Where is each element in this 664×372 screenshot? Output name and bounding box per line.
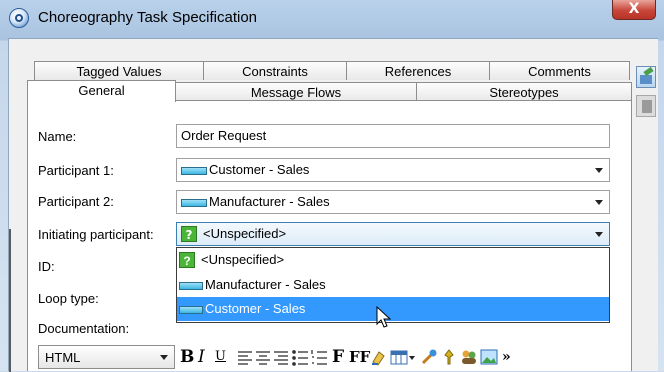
- tab-message-flows[interactable]: Message Flows: [175, 82, 417, 101]
- document-icon[interactable]: [636, 95, 656, 117]
- participant2-value: Manufacturer - Sales: [209, 194, 330, 209]
- initiating-value: <Unspecified>: [203, 226, 287, 241]
- close-button[interactable]: X: [612, 0, 656, 20]
- underline-button[interactable]: U: [215, 347, 226, 367]
- title-bar: Choreography Task Specification X: [0, 0, 664, 38]
- users-icon[interactable]: [460, 348, 478, 366]
- documentation-toolbar: HTML B I U F FF »: [38, 343, 610, 371]
- chevron-down-icon[interactable]: [595, 168, 603, 173]
- initiating-participant-label: Initiating participant:: [38, 227, 154, 242]
- question-icon: ?: [179, 252, 195, 268]
- align-right-icon[interactable]: [272, 348, 290, 366]
- name-label: Name:: [38, 129, 77, 144]
- highlight-icon[interactable]: [370, 348, 388, 366]
- tab-constraints[interactable]: Constraints: [203, 61, 347, 80]
- mouse-cursor-icon: [376, 306, 392, 328]
- participant1-label: Participant 1:: [38, 163, 114, 178]
- numbered-list-icon[interactable]: [310, 348, 328, 366]
- participant-icon: [181, 199, 207, 207]
- font-button[interactable]: F: [332, 347, 344, 367]
- id-label: ID:: [38, 259, 55, 274]
- dropdown-option-manufacturer[interactable]: Manufacturer - Sales: [177, 273, 609, 297]
- link-icon[interactable]: [420, 348, 438, 366]
- align-center-icon[interactable]: [254, 348, 272, 366]
- participant2-label: Participant 2:: [38, 194, 114, 209]
- participant1-value: Customer - Sales: [209, 162, 310, 177]
- documentation-label: Documentation:: [38, 321, 130, 336]
- name-field[interactable]: Order Request: [176, 124, 610, 148]
- participant-icon: [179, 282, 203, 290]
- format-select[interactable]: HTML: [38, 345, 175, 369]
- edit-icon[interactable]: [636, 66, 656, 88]
- bold-button[interactable]: B: [180, 347, 194, 367]
- font-size-button[interactable]: FF: [349, 347, 370, 367]
- participant2-select[interactable]: Manufacturer - Sales: [176, 190, 610, 214]
- italic-button[interactable]: I: [198, 347, 205, 367]
- tab-references[interactable]: References: [346, 61, 490, 80]
- more-button[interactable]: »: [502, 347, 511, 367]
- align-left-icon[interactable]: [236, 348, 254, 366]
- participant-icon: [181, 167, 207, 175]
- chevron-down-icon[interactable]: [160, 355, 168, 360]
- initiating-participant-select[interactable]: ? <Unspecified>: [176, 222, 610, 246]
- left-edge: [9, 229, 11, 372]
- tab-general[interactable]: General: [27, 80, 176, 102]
- participant-icon: [179, 306, 203, 314]
- question-icon: ?: [181, 226, 197, 242]
- tab-stereotypes[interactable]: Stereotypes: [416, 82, 632, 101]
- participant1-select[interactable]: Customer - Sales: [176, 158, 610, 182]
- bullet-list-icon[interactable]: [291, 348, 309, 366]
- dropdown-option-unspecified[interactable]: ? <Unspecified>: [177, 248, 609, 272]
- tab-comments[interactable]: Comments: [489, 61, 630, 80]
- chevron-down-icon[interactable]: [595, 200, 603, 205]
- tab-tagged-values[interactable]: Tagged Values: [34, 61, 204, 80]
- window-title: Choreography Task Specification: [38, 9, 258, 26]
- image-icon[interactable]: [480, 348, 498, 366]
- window-frame: Choreography Task Specification X Tagged…: [0, 0, 664, 372]
- table-icon[interactable]: [390, 348, 416, 366]
- loop-type-label: Loop type:: [38, 291, 99, 306]
- app-icon: [9, 8, 29, 28]
- pin-icon[interactable]: [440, 348, 458, 366]
- name-value: Order Request: [181, 128, 267, 143]
- chevron-down-icon[interactable]: [595, 232, 603, 237]
